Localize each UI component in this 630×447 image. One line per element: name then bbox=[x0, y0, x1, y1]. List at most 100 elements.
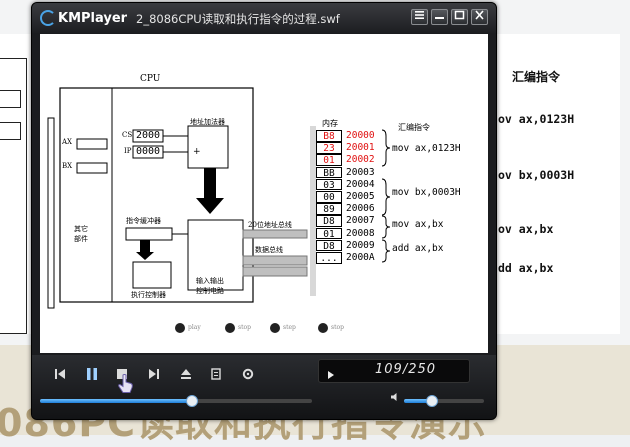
time-readout: 109/250 bbox=[375, 362, 437, 377]
seek-handle[interactable] bbox=[186, 395, 199, 407]
background-code-line: dd ax,bx bbox=[498, 261, 554, 275]
background-register-box bbox=[0, 90, 21, 108]
memory-row: D8 20009 bbox=[316, 239, 386, 252]
memory-row: 01 20008 bbox=[316, 227, 386, 240]
io-label: 输入输出 控制电路 bbox=[196, 277, 224, 295]
bx-register bbox=[76, 162, 108, 174]
ax-register bbox=[76, 138, 108, 150]
memory-row: 00 20005 bbox=[316, 191, 386, 203]
adder-label: 地址加法器 bbox=[190, 118, 225, 126]
close-icon[interactable] bbox=[471, 9, 488, 25]
time-display[interactable]: 109/250 bbox=[318, 359, 470, 383]
next-icon[interactable] bbox=[144, 367, 164, 387]
memory-address: 20002 bbox=[346, 154, 375, 166]
memory-row: 89 20006 bbox=[316, 203, 386, 215]
window-title: 2_8086CPU读取和执行指令的过程.swf bbox=[136, 12, 340, 26]
memory-byte: 23 bbox=[316, 142, 342, 154]
background-register-box bbox=[0, 122, 21, 140]
play-button-label[interactable]: play bbox=[188, 324, 201, 331]
execution-controller bbox=[132, 261, 172, 289]
background-code-line: ov bx,0003H bbox=[498, 168, 575, 182]
memory-row: 23 20001 bbox=[316, 142, 386, 154]
data-bus-lower bbox=[242, 266, 308, 277]
memory-row: B8 20000 bbox=[316, 130, 386, 142]
background-code-line: ov ax,0123H bbox=[498, 112, 575, 126]
instruction-buffer bbox=[125, 227, 173, 241]
stop-button-label[interactable]: stop bbox=[331, 324, 344, 331]
memory-address: 20003 bbox=[346, 166, 375, 178]
volume-handle[interactable] bbox=[426, 395, 438, 407]
maximize-icon[interactable] bbox=[451, 9, 468, 25]
memory-title: 内存 bbox=[322, 119, 338, 128]
seek-bar[interactable] bbox=[40, 395, 312, 407]
brand-name: KMPlayer bbox=[58, 10, 128, 26]
instruction-4: add ax,bx bbox=[392, 243, 444, 254]
memory-address: 20000 bbox=[346, 130, 375, 141]
left-edge-bracket bbox=[47, 117, 55, 309]
kmplayer-logo[interactable]: KMPlayer bbox=[40, 9, 127, 27]
kmplayer-logo-icon bbox=[40, 10, 56, 26]
instruction-2: mov bx,0003H bbox=[392, 187, 461, 198]
memory-address: 20007 bbox=[346, 215, 375, 227]
bx-label: BX bbox=[62, 162, 73, 170]
stop-button-label[interactable]: stop bbox=[238, 324, 251, 331]
adder-down-arrow bbox=[196, 168, 224, 214]
other-parts-label: 其它 部件 bbox=[74, 225, 88, 243]
play-indicator-icon bbox=[327, 365, 335, 384]
adder-plus: + bbox=[193, 147, 201, 157]
memory-byte: 03 bbox=[316, 178, 342, 191]
background-heading: 汇编指令 bbox=[512, 70, 561, 84]
previous-icon[interactable] bbox=[50, 367, 70, 387]
eject-icon[interactable] bbox=[176, 367, 196, 387]
video-viewport[interactable]: CPU AX BX CS 2000 IP 0000 地址加法器 + 其它 部件 … bbox=[40, 34, 488, 353]
memory-byte: D8 bbox=[316, 215, 342, 227]
playlist-icon[interactable] bbox=[206, 367, 226, 387]
memory-address: 20006 bbox=[346, 203, 375, 215]
cpu-label: CPU bbox=[140, 74, 161, 84]
exec-label: 执行控制器 bbox=[131, 291, 166, 299]
memory-byte: 01 bbox=[316, 154, 342, 166]
address-bus bbox=[242, 229, 308, 239]
cs-label: CS bbox=[122, 131, 133, 139]
memory-byte: 01 bbox=[316, 227, 342, 240]
cs-value: 2000 bbox=[136, 130, 161, 141]
play-icon bbox=[175, 323, 185, 333]
memory-byte: 00 bbox=[316, 191, 342, 203]
memory-row: BB 20003 bbox=[316, 166, 386, 179]
memory-byte: 89 bbox=[316, 203, 342, 215]
memory-byte: ... bbox=[316, 252, 342, 264]
memory-row: ... 2000A bbox=[316, 252, 386, 264]
minimize-icon[interactable] bbox=[431, 9, 448, 25]
memory-row: D8 20007 bbox=[316, 215, 386, 227]
ax-label: AX bbox=[62, 138, 73, 146]
memory-byte: D8 bbox=[316, 239, 342, 252]
hand-cursor-icon bbox=[116, 373, 136, 393]
address-bus-label: 20位地址总线 bbox=[248, 221, 292, 229]
buffer-label: 指令缓冲器 bbox=[126, 217, 161, 225]
settings-icon[interactable] bbox=[238, 367, 258, 387]
memory-byte: BB bbox=[316, 166, 342, 179]
memory-address: 2000A bbox=[346, 252, 375, 263]
memory-byte: B8 bbox=[316, 130, 342, 142]
instruction-1: mov ax,0123H bbox=[392, 143, 461, 154]
memory-address: 20005 bbox=[346, 191, 375, 202]
title-bar[interactable]: KMPlayer 2_8086CPU读取和执行指令的过程.swf bbox=[32, 3, 496, 33]
ip-label: IP bbox=[124, 147, 132, 155]
memory-address: 20008 bbox=[346, 227, 375, 239]
background-code-line: ov ax,bx bbox=[498, 222, 554, 236]
step-icon bbox=[270, 323, 280, 333]
pause-icon[interactable] bbox=[82, 367, 102, 387]
data-bus-upper bbox=[242, 255, 308, 266]
seek-fill bbox=[40, 399, 193, 403]
memory-row: 01 20002 bbox=[316, 154, 386, 166]
menu-icon[interactable] bbox=[411, 9, 428, 25]
asm-title: 汇编指令 bbox=[398, 123, 430, 132]
volume-icon[interactable] bbox=[390, 392, 400, 405]
ip-value: 0000 bbox=[136, 146, 161, 157]
memory-row: 03 20004 bbox=[316, 178, 386, 191]
control-bar: 109/250 bbox=[32, 355, 496, 419]
step-button-label[interactable]: step bbox=[283, 324, 296, 331]
stop-icon bbox=[225, 323, 235, 333]
volume-slider[interactable] bbox=[404, 395, 484, 407]
memory-address: 20004 bbox=[346, 178, 375, 190]
